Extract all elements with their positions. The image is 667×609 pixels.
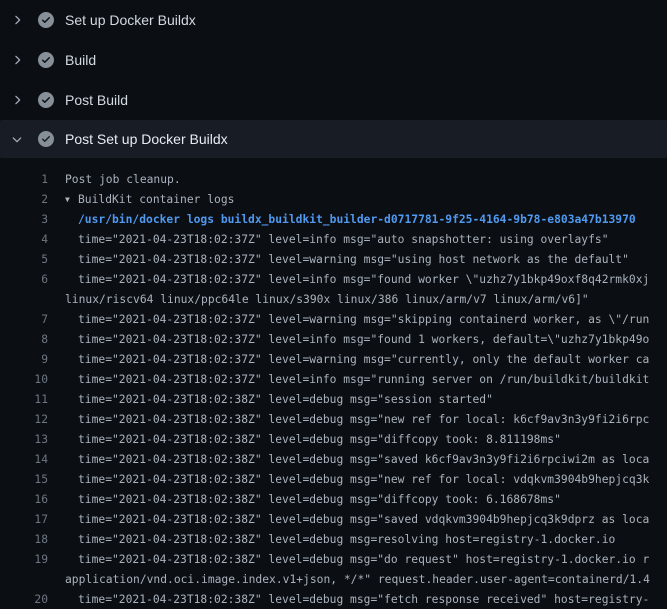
log-line-number[interactable]: 10 <box>0 373 48 386</box>
log-line-number[interactable]: 8 <box>0 333 48 346</box>
log-line-1: 1 Post job cleanup. <box>0 169 667 189</box>
log-line-text: time="2021-04-23T18:02:37Z" level=info m… <box>48 333 649 346</box>
check-circle-icon <box>38 12 54 28</box>
actions-job-log-viewer: { "colors": { "background": "#0b0e13", "… <box>0 0 667 600</box>
step-row-set-up-docker-buildx[interactable]: Set up Docker Buildx <box>0 0 667 40</box>
log-line-text: application/vnd.oci.image.index.v1+json,… <box>48 573 650 586</box>
check-circle-icon <box>38 52 54 68</box>
log-line-text: time="2021-04-23T18:02:38Z" level=debug … <box>48 533 615 546</box>
log-line-number[interactable]: 7 <box>0 313 48 326</box>
chevron-right-icon <box>10 53 24 67</box>
log-line-number[interactable]: 13 <box>0 433 48 446</box>
log-line-text: time="2021-04-23T18:02:38Z" level=debug … <box>48 553 649 566</box>
chevron-down-icon <box>10 132 24 146</box>
log-line-number[interactable]: 20 <box>0 593 48 606</box>
log-line-text: time="2021-04-23T18:02:37Z" level=warnin… <box>48 313 649 326</box>
log-line-text: time="2021-04-23T18:02:38Z" level=debug … <box>48 433 561 446</box>
log-line-number[interactable]: 12 <box>0 413 48 426</box>
log-line-number[interactable]: 18 <box>0 533 48 546</box>
log-line-3: 3 /usr/bin/docker logs buildx_buildkit_b… <box>0 209 667 229</box>
log-line-text: time="2021-04-23T18:02:37Z" level=info m… <box>48 373 649 386</box>
log-line-13: 13 time="2021-04-23T18:02:38Z" level=deb… <box>0 429 667 449</box>
log-line-2: 2 ▼BuildKit container logs <box>0 189 667 209</box>
group-title: BuildKit container logs <box>78 193 234 206</box>
log-line-15: 15 time="2021-04-23T18:02:38Z" level=deb… <box>0 469 667 489</box>
log-line-text: time="2021-04-23T18:02:37Z" level=info m… <box>48 273 649 286</box>
log-line-number[interactable]: 2 <box>0 193 48 206</box>
log-line-20: 20 time="2021-04-23T18:02:38Z" level=deb… <box>0 589 667 609</box>
log-line-16: 16 time="2021-04-23T18:02:38Z" level=deb… <box>0 489 667 509</box>
log-line-5: 5 time="2021-04-23T18:02:37Z" level=warn… <box>0 249 667 269</box>
log-line-12: 12 time="2021-04-23T18:02:38Z" level=deb… <box>0 409 667 429</box>
log-line-text: time="2021-04-23T18:02:38Z" level=debug … <box>48 513 649 526</box>
log-line-text: time="2021-04-23T18:02:38Z" level=debug … <box>48 473 649 486</box>
log-line-number[interactable]: 9 <box>0 353 48 366</box>
log-line-text: time="2021-04-23T18:02:38Z" level=debug … <box>48 413 649 426</box>
log-line-number[interactable]: 17 <box>0 513 48 526</box>
command-link[interactable]: /usr/bin/docker logs buildx_buildkit_bui… <box>48 213 636 226</box>
step-row-build[interactable]: Build <box>0 40 667 80</box>
check-circle-icon <box>38 131 54 147</box>
log-line-10: 10 time="2021-04-23T18:02:37Z" level=inf… <box>0 369 667 389</box>
log-line-14: 14 time="2021-04-23T18:02:38Z" level=deb… <box>0 449 667 469</box>
log-line-text: time="2021-04-23T18:02:38Z" level=debug … <box>48 493 561 506</box>
log-line-11: 11 time="2021-04-23T18:02:38Z" level=deb… <box>0 389 667 409</box>
log-line-18: 18 time="2021-04-23T18:02:38Z" level=deb… <box>0 529 667 549</box>
log-line-text: time="2021-04-23T18:02:37Z" level=info m… <box>48 233 609 246</box>
log-line-9: 9 time="2021-04-23T18:02:37Z" level=warn… <box>0 349 667 369</box>
log-line-number[interactable]: 6 <box>0 273 48 286</box>
log-line-number[interactable]: 14 <box>0 453 48 466</box>
step-label: Build <box>65 52 96 68</box>
log-line-number[interactable]: 3 <box>0 213 48 226</box>
log-line-number[interactable]: 16 <box>0 493 48 506</box>
step-label: Post Set up Docker Buildx <box>65 131 228 147</box>
log-line-number[interactable]: 1 <box>0 173 48 186</box>
log-line-4: 4 time="2021-04-23T18:02:37Z" level=info… <box>0 229 667 249</box>
steps-list: Set up Docker Buildx Build Post Build Po… <box>0 0 667 158</box>
log-line-text: time="2021-04-23T18:02:38Z" level=debug … <box>48 393 493 406</box>
log-line-text: time="2021-04-23T18:02:38Z" level=debug … <box>48 593 649 606</box>
log-line-number[interactable]: 11 <box>0 393 48 406</box>
step-row-post-set-up-docker-buildx[interactable]: Post Set up Docker Buildx <box>0 120 667 158</box>
group-toggle[interactable]: ▼BuildKit container logs <box>48 193 234 206</box>
log-line-number[interactable]: 19 <box>0 553 48 566</box>
step-label: Post Build <box>65 92 128 108</box>
log-line-6: 6 time="2021-04-23T18:02:37Z" level=info… <box>0 269 667 289</box>
step-row-post-build[interactable]: Post Build <box>0 80 667 120</box>
check-circle-icon <box>38 92 54 108</box>
log-line-19: 19 time="2021-04-23T18:02:38Z" level=deb… <box>0 549 667 569</box>
step-label: Set up Docker Buildx <box>65 12 196 28</box>
log-line-continuation: application/vnd.oci.image.index.v1+json,… <box>0 569 667 589</box>
log-line-17: 17 time="2021-04-23T18:02:38Z" level=deb… <box>0 509 667 529</box>
log-line-text: time="2021-04-23T18:02:38Z" level=debug … <box>48 453 649 466</box>
log-container: 1 Post job cleanup. 2 ▼BuildKit containe… <box>0 160 667 609</box>
log-line-text: time="2021-04-23T18:02:37Z" level=warnin… <box>48 253 629 266</box>
log-line-8: 8 time="2021-04-23T18:02:37Z" level=info… <box>0 329 667 349</box>
log-line-text: time="2021-04-23T18:02:37Z" level=warnin… <box>48 353 649 366</box>
log-line-text: linux/riscv64 linux/ppc64le linux/s390x … <box>48 293 589 306</box>
chevron-right-icon <box>10 13 24 27</box>
group-caret-icon: ▼ <box>65 195 78 204</box>
log-line-7: 7 time="2021-04-23T18:02:37Z" level=warn… <box>0 309 667 329</box>
chevron-right-icon <box>10 93 24 107</box>
log-line-text: Post job cleanup. <box>48 173 181 186</box>
log-line-number[interactable]: 5 <box>0 253 48 266</box>
log-line-number[interactable]: 15 <box>0 473 48 486</box>
log-line-continuation: linux/riscv64 linux/ppc64le linux/s390x … <box>0 289 667 309</box>
log-line-number[interactable]: 4 <box>0 233 48 246</box>
